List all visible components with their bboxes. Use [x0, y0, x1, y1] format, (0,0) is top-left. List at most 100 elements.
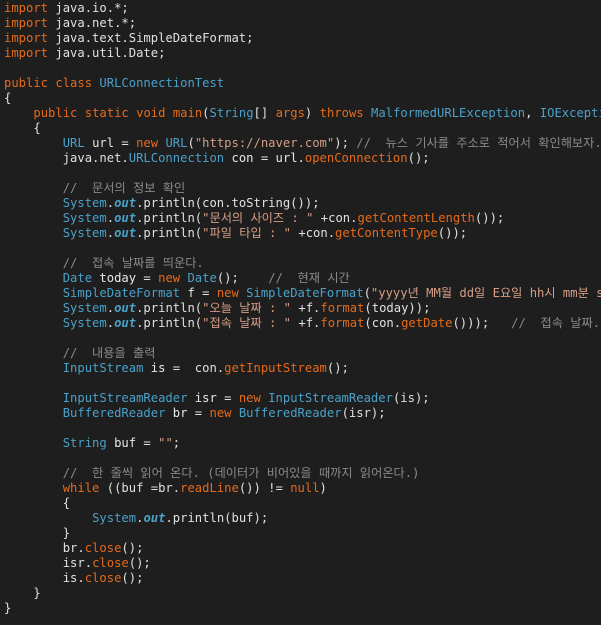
code-line[interactable]: public static void main(String[] args) t… [4, 106, 601, 121]
code-text: java.io.*; [48, 1, 129, 15]
type-name: SimpleDateFormat [246, 286, 364, 300]
code-text: (); [121, 541, 144, 555]
static-field: out [143, 511, 166, 525]
keyword: openConnection [304, 151, 408, 165]
type-name: System [62, 211, 107, 225]
type-name: BufferedReader [62, 406, 166, 420]
keyword: close [84, 571, 122, 585]
identifier: url [275, 151, 298, 165]
code-line[interactable]: isr.close(); [4, 556, 151, 571]
code-text: is. [62, 571, 85, 585]
code-text: ())); [452, 316, 512, 330]
identifier: br [172, 406, 188, 420]
static-field: out [114, 226, 137, 240]
code-text: = con. [165, 361, 225, 375]
keyword: getDate [401, 316, 453, 330]
code-line[interactable]: InputStream is = con.getInputStream(); [4, 361, 349, 376]
type-name: System [62, 301, 107, 315]
code-text: = [187, 406, 210, 420]
identifier: con [231, 151, 254, 165]
keyword: import [4, 46, 49, 60]
code-line[interactable]: import java.text.SimpleDateFormat; [4, 31, 253, 46]
code-line[interactable]: } [4, 586, 40, 601]
code-text: +con. [291, 226, 336, 240]
code-line[interactable]: } [4, 526, 70, 541]
code-line[interactable]: BufferedReader br = new BufferedReader(i… [4, 406, 386, 421]
code-text: ) [319, 481, 327, 495]
code-line[interactable]: String buf = ""; [4, 436, 180, 451]
code-line[interactable]: URL url = new URL("https://naver.com"); … [4, 136, 601, 151]
code-line[interactable]: System.out.println("오늘 날짜 : " +f.format(… [4, 301, 431, 316]
code-text: { [62, 496, 71, 510]
code-text: +f. [291, 316, 321, 330]
code-line[interactable]: // 한 줄씩 읽어 온다. (데이터가 비어있을 때까지 읽어온다.) [4, 466, 420, 481]
type-name: Date [187, 271, 217, 285]
comment: // 내용을 출력 [62, 346, 156, 360]
code-line[interactable]: } [4, 601, 11, 616]
type-name: IOException [539, 106, 601, 120]
code-line[interactable]: public class URLConnectionTest [4, 76, 224, 91]
code-line[interactable]: // 내용을 출력 [4, 346, 156, 361]
code-line[interactable]: System.out.println("파일 타입 : " +con.getCo… [4, 226, 467, 241]
code-line[interactable]: import java.net.*; [4, 16, 136, 31]
code-line[interactable]: SimpleDateFormat f = new SimpleDateForma… [4, 286, 601, 301]
code-text: java.net. [62, 151, 129, 165]
code-text: ( [187, 136, 195, 150]
comment: // 접속 날짜. [511, 316, 601, 330]
string-literal: "https://naver.com" [194, 136, 335, 150]
code-line[interactable]: while ((buf =br.readLine()) != null) [4, 481, 327, 496]
code-line[interactable]: System.out.println(con.toString()); [4, 196, 320, 211]
string-literal: "문서의 사이즈 : " [202, 211, 314, 225]
keyword: close [84, 541, 122, 555]
type-name: BufferedReader [238, 406, 342, 420]
keyword: close [92, 556, 129, 570]
code-text: .println( [136, 211, 203, 225]
type-name: String [62, 436, 107, 450]
code-text: ()) != [238, 481, 291, 495]
keyword: void [136, 106, 166, 120]
code-line[interactable]: InputStreamReader isr = new InputStreamR… [4, 391, 430, 406]
code-line[interactable]: import java.io.*; [4, 1, 129, 16]
static-field: out [114, 316, 137, 330]
type-name: URLConnectionTest [99, 76, 225, 90]
keyword: while [62, 481, 100, 495]
code-text: (); [121, 571, 144, 585]
code-line[interactable]: // 문서의 정보 확인 [4, 181, 186, 196]
code-text: java.net.*; [48, 16, 137, 30]
code-line[interactable]: java.net.URLConnection con = url.openCon… [4, 151, 430, 166]
type-name: URLConnection [128, 151, 225, 165]
code-line[interactable]: is.close(); [4, 571, 144, 586]
code-line[interactable]: System.out.println("접속 날짜 : " +f.format(… [4, 316, 600, 331]
code-line[interactable]: System.out.println(buf); [4, 511, 268, 526]
keyword: throws [319, 106, 364, 120]
code-text: br. [62, 541, 85, 555]
code-text: { [33, 121, 41, 135]
code-text: +con. [313, 211, 358, 225]
code-line[interactable]: { [4, 496, 70, 511]
code-line[interactable]: { [4, 91, 11, 106]
code-line[interactable]: // 접속 날짜를 띄운다. [4, 256, 204, 271]
code-line[interactable]: System.out.println("문서의 사이즈 : " +con.get… [4, 211, 505, 226]
static-field: out [114, 196, 137, 210]
code-text: , [525, 106, 540, 120]
code-line[interactable]: import java.util.Date; [4, 46, 165, 61]
keyword: class [55, 76, 93, 90]
string-literal: "접속 날짜 : " [202, 316, 292, 330]
code-line[interactable]: Date today = new Date(); // 현재 시간 [4, 271, 350, 286]
keyword: getContentLength [357, 211, 475, 225]
code-line[interactable]: { [4, 121, 41, 136]
code-editor[interactable]: import java.io.*; import java.net.*; impor… [0, 0, 601, 625]
code-line[interactable]: br.close(); [4, 541, 144, 556]
keyword: new [158, 271, 181, 285]
